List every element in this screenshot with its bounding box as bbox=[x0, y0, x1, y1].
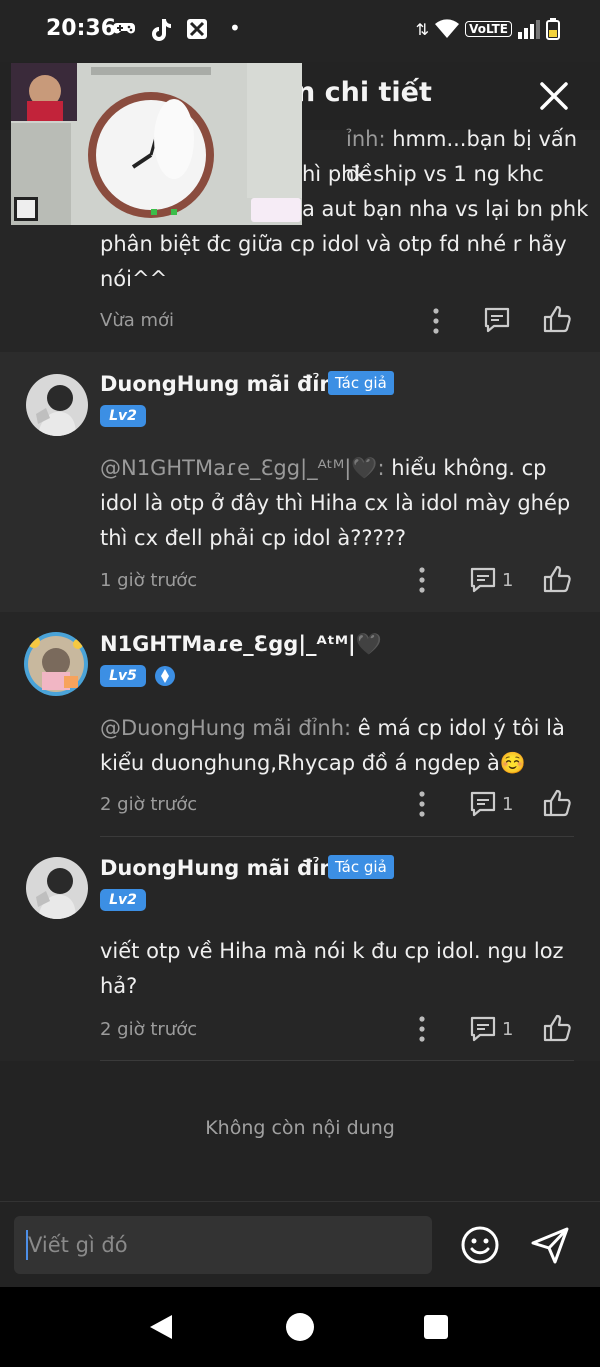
like-icon[interactable] bbox=[542, 788, 572, 818]
author-badge: Tác giả bbox=[328, 855, 394, 879]
status-right: ⇅ VoLTE bbox=[416, 18, 560, 40]
tiktok-icon bbox=[150, 18, 172, 47]
notification-dot: • bbox=[229, 16, 241, 40]
more-options-icon[interactable] bbox=[428, 306, 444, 336]
avatar[interactable] bbox=[26, 857, 88, 919]
comment-text: viết otp về Hiha mà nói k đu cp idol. ng… bbox=[100, 939, 564, 998]
more-options-icon[interactable] bbox=[414, 1014, 430, 1044]
volte-badge: VoLTE bbox=[465, 21, 512, 37]
comment-text: hì phk ship vs 1 ng khc bbox=[302, 162, 544, 186]
recents-icon[interactable] bbox=[420, 1311, 452, 1343]
comment-time: 2 giờ trước bbox=[100, 794, 198, 815]
comment-text: phân biệt đc giữa cp idol và otp fd nhé … bbox=[100, 232, 567, 256]
data-arrows-icon: ⇅ bbox=[415, 19, 430, 39]
send-icon[interactable] bbox=[529, 1224, 571, 1266]
diamond-badge-icon bbox=[155, 666, 175, 686]
reply-icon[interactable] bbox=[469, 790, 497, 818]
comment-text: a aut bạn nha vs lại bn phk bbox=[302, 197, 589, 221]
comment-time: 2 giờ trước bbox=[100, 1019, 198, 1040]
comment-item: N1GHTMaɾe_Ɛgg|_ᴬᵗᴹ|🖤 Lv5 @DuongHung mãi … bbox=[0, 612, 600, 837]
level-badge: Lv2 bbox=[100, 405, 146, 427]
comment-item: DuongHung mãi đỉnh Tác giả Lv2 @N1GHTMaɾ… bbox=[0, 352, 600, 612]
text-caret bbox=[26, 1230, 28, 1260]
status-bar: 20:36 • ⇅ VoLTE bbox=[0, 0, 600, 62]
comment-mention[interactable]: @DuongHung mãi đỉnh: bbox=[100, 716, 351, 740]
like-icon[interactable] bbox=[542, 304, 572, 334]
like-icon[interactable] bbox=[542, 564, 572, 594]
comment-body: @DuongHung mãi đỉnh: ê má cp idol ý tôi … bbox=[100, 711, 580, 781]
reply-icon[interactable] bbox=[469, 566, 497, 594]
avatar[interactable] bbox=[24, 632, 88, 696]
username[interactable]: DuongHung mãi đỉnh bbox=[100, 856, 349, 880]
close-icon[interactable] bbox=[534, 76, 574, 116]
battery-icon bbox=[546, 18, 560, 40]
reply-count: 1 bbox=[502, 794, 514, 815]
home-icon[interactable] bbox=[284, 1311, 316, 1343]
author-badge: Tác giả bbox=[328, 371, 394, 395]
comment-input[interactable] bbox=[14, 1216, 432, 1274]
comment-item: DuongHung mãi đỉnh Tác giả Lv2 viết otp … bbox=[0, 837, 600, 1061]
comment-time: Vừa mới bbox=[100, 310, 175, 331]
level-badge: Lv2 bbox=[100, 889, 146, 911]
system-nav-bar bbox=[0, 1287, 600, 1367]
more-options-icon[interactable] bbox=[414, 789, 430, 819]
like-icon[interactable] bbox=[542, 1013, 572, 1043]
more-options-icon[interactable] bbox=[414, 565, 430, 595]
reply-count: 1 bbox=[502, 570, 514, 591]
comment-body: @N1GHTMaɾe_Ɛgg|_ᴬᵗᴹ|🖤: hiểu không. cp id… bbox=[100, 451, 580, 556]
back-icon[interactable] bbox=[146, 1311, 178, 1343]
username[interactable]: DuongHung mãi đỉnh bbox=[100, 372, 349, 396]
reply-count: 1 bbox=[502, 1019, 514, 1040]
signal-icon bbox=[518, 20, 540, 39]
comment-mention: ỉnh: bbox=[346, 127, 386, 151]
wifi-icon bbox=[435, 19, 460, 38]
reply-icon[interactable] bbox=[483, 306, 511, 334]
floating-video-player[interactable] bbox=[11, 63, 302, 225]
comment-mention[interactable]: @N1GHTMaɾe_Ɛgg|_ᴬᵗᴹ|🖤: bbox=[100, 456, 385, 480]
status-time: 20:36 bbox=[46, 16, 117, 41]
end-of-list-text: Không còn nội dung bbox=[205, 1117, 395, 1139]
reply-icon[interactable] bbox=[469, 1015, 497, 1043]
avatar[interactable] bbox=[26, 374, 88, 436]
gamepad-icon bbox=[112, 18, 136, 43]
username[interactable]: N1GHTMaɾe_Ɛgg|_ᴬᵗᴹ|🖤 bbox=[100, 632, 382, 657]
emoji-icon[interactable] bbox=[459, 1224, 501, 1266]
comment-time: 1 giờ trước bbox=[100, 570, 198, 591]
divider bbox=[100, 1060, 574, 1061]
page-title: n chi tiết bbox=[296, 77, 432, 108]
level-badge: Lv5 bbox=[100, 665, 146, 687]
app-icon bbox=[186, 18, 208, 45]
comment-text: nói^^ bbox=[100, 267, 168, 291]
comment-input-bar bbox=[0, 1201, 600, 1287]
